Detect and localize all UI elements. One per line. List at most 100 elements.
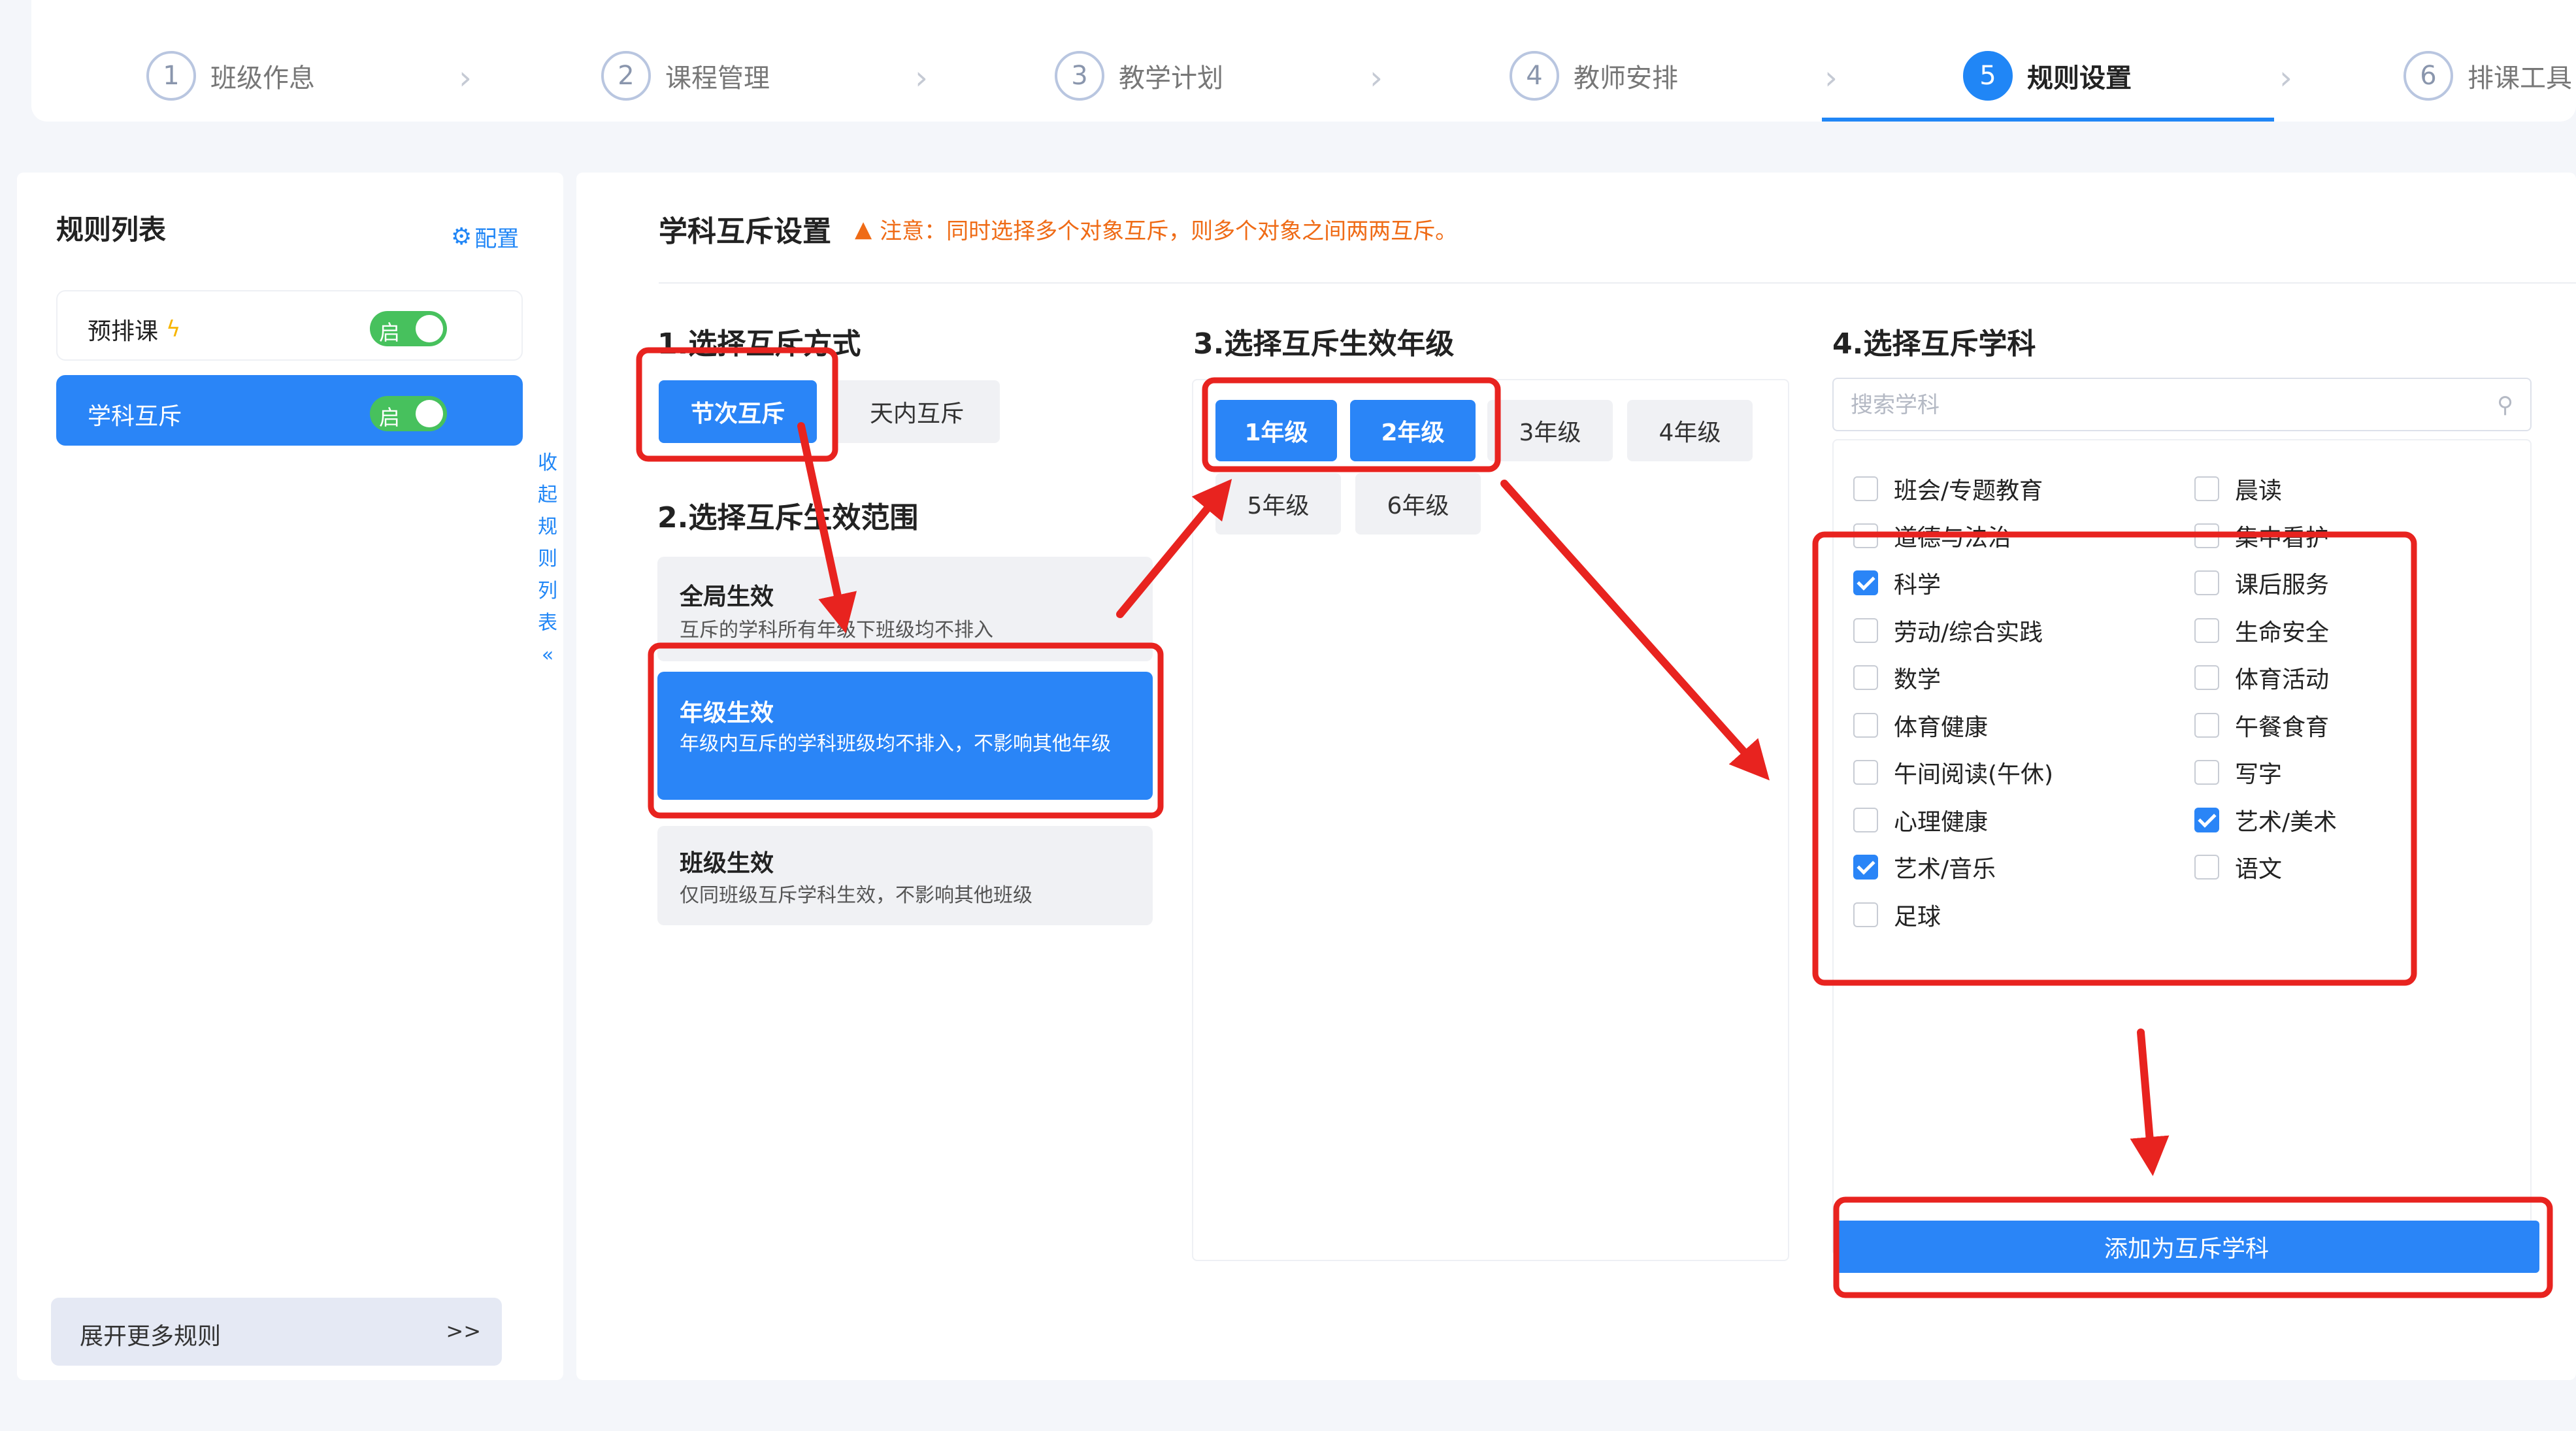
config-link[interactable]: ⚙ 配置 xyxy=(451,221,519,253)
checkbox[interactable] xyxy=(2194,808,2219,832)
mode-period-exclusion[interactable]: 节次互斥 xyxy=(659,380,817,443)
step-6[interactable]: 6 排课工具 xyxy=(2403,51,2572,101)
scope-desc: 互斥的学科所有年级下班级均不排入 xyxy=(680,619,993,642)
subject-item[interactable]: 数学 xyxy=(1853,661,1941,695)
step-label: 规则设置 xyxy=(2027,63,2132,93)
checkbox[interactable] xyxy=(1853,665,1878,690)
rule-toggle[interactable]: 启 xyxy=(370,396,447,431)
checkbox[interactable] xyxy=(2194,760,2219,785)
toggle-knob xyxy=(416,315,443,342)
checkbox[interactable] xyxy=(2194,713,2219,738)
collapse-char: 起 xyxy=(538,484,557,506)
rule-list-title: 规则列表 xyxy=(56,214,167,246)
scope-class[interactable]: 班级生效 仅同班级互斥学科生效，不影响其他班级 xyxy=(657,826,1153,925)
rule-item-subject-exclusion[interactable]: 学科互斥 启 xyxy=(56,375,523,446)
double-chevron-left-icon: « xyxy=(541,644,554,666)
grade-6[interactable]: 6年级 xyxy=(1355,473,1481,535)
subject-label: 体育活动 xyxy=(2235,666,2330,693)
step4-title: 4.选择互斥学科 xyxy=(1832,327,2036,361)
step-5[interactable]: 5 规则设置 xyxy=(1963,51,2132,101)
subject-label: 午餐食育 xyxy=(2235,714,2330,741)
subject-item[interactable]: 写字 xyxy=(2194,755,2282,789)
subject-item[interactable]: 心理健康 xyxy=(1853,803,1988,837)
lightning-icon: ϟ xyxy=(166,316,181,342)
checkbox[interactable] xyxy=(1853,523,1878,548)
subject-label: 午间阅读(午休) xyxy=(1894,761,2054,788)
subject-item[interactable]: 足球 xyxy=(1853,898,1941,932)
subject-label: 科学 xyxy=(1894,572,1941,599)
step-number: 2 xyxy=(601,51,651,101)
checkbox[interactable] xyxy=(2194,855,2219,880)
notice-text: 注意：同时选择多个对象互斥，则多个对象之间两两互斥。 xyxy=(880,218,1458,244)
subject-item[interactable]: 科学 xyxy=(1853,566,1941,600)
checkbox[interactable] xyxy=(1853,618,1878,643)
warning-icon: ▲ xyxy=(855,216,872,242)
checkbox[interactable] xyxy=(1853,713,1878,738)
subject-search-input[interactable] xyxy=(1851,389,2439,421)
grade-4[interactable]: 4年级 xyxy=(1627,400,1753,461)
collapse-rule-list-button[interactable]: 收 起 规 则 列 表 « xyxy=(533,447,562,671)
subject-label: 体育健康 xyxy=(1894,714,1989,741)
subject-label: 道德与法治 xyxy=(1894,525,2012,551)
step-number: 1 xyxy=(146,51,196,101)
step1-title: 1.选择互斥方式 xyxy=(657,327,861,361)
add-exclusive-subject-button[interactable]: 添加为互斥学科 xyxy=(1834,1221,2539,1273)
grade-3[interactable]: 3年级 xyxy=(1487,400,1613,461)
step-4[interactable]: 4 教师安排 xyxy=(1510,51,1678,101)
step-label: 班级作息 xyxy=(210,63,315,93)
collapse-char: 收 xyxy=(538,452,557,474)
step-number: 4 xyxy=(1510,51,1559,101)
checkbox[interactable] xyxy=(1853,570,1878,595)
step-number: 3 xyxy=(1055,51,1104,101)
subject-item[interactable]: 体育活动 xyxy=(2194,661,2329,695)
subject-item[interactable]: 午餐食育 xyxy=(2194,708,2329,742)
scope-desc: 仅同班级互斥学科生效，不影响其他班级 xyxy=(680,884,1032,907)
checkbox[interactable] xyxy=(1853,902,1878,927)
subject-item[interactable]: 艺术/美术 xyxy=(2194,803,2337,837)
checkbox[interactable] xyxy=(1853,808,1878,832)
collapse-char: 则 xyxy=(538,548,557,570)
scope-global[interactable]: 全局生效 互斥的学科所有年级下班级均不排入 xyxy=(657,557,1153,661)
checkbox[interactable] xyxy=(2194,523,2219,548)
grade-2[interactable]: 2年级 xyxy=(1350,400,1476,461)
subject-label: 课后服务 xyxy=(2235,572,2330,599)
grade-1[interactable]: 1年级 xyxy=(1215,400,1337,461)
checkbox[interactable] xyxy=(1853,855,1878,880)
step-3[interactable]: 3 教学计划 xyxy=(1055,51,1223,101)
checkbox[interactable] xyxy=(2194,618,2219,643)
checkbox[interactable] xyxy=(2194,476,2219,501)
subject-item[interactable]: 班会/专题教育 xyxy=(1853,472,2043,506)
step3-title: 3.选择互斥生效年级 xyxy=(1193,327,1455,361)
step-2[interactable]: 2 课程管理 xyxy=(601,51,770,101)
checkbox[interactable] xyxy=(2194,665,2219,690)
subject-item[interactable]: 体育健康 xyxy=(1853,708,1988,742)
rule-item-label: 预排课 xyxy=(88,318,159,345)
subject-item[interactable]: 午间阅读(午休) xyxy=(1853,755,2053,789)
subject-item[interactable]: 晨读 xyxy=(2194,472,2282,506)
step-1[interactable]: 1 班级作息 xyxy=(146,51,315,101)
subject-item[interactable]: 语文 xyxy=(2194,850,2282,884)
subject-item[interactable]: 生命安全 xyxy=(2194,614,2329,648)
expand-more-rules-button[interactable]: 展开更多规则 >> xyxy=(51,1298,502,1366)
divider xyxy=(659,282,2576,284)
subject-item[interactable]: 劳动/综合实践 xyxy=(1853,614,2043,648)
checkbox[interactable] xyxy=(1853,476,1878,501)
mode-day-exclusion[interactable]: 天内互斥 xyxy=(834,380,1000,443)
checkbox[interactable] xyxy=(1853,760,1878,785)
grade-5[interactable]: 5年级 xyxy=(1215,473,1341,535)
subject-item[interactable]: 道德与法治 xyxy=(1853,519,2011,553)
scope-grade[interactable]: 年级生效 年级内互斥的学科班级均不排入，不影响其他年级 xyxy=(657,672,1153,800)
search-icon: ⚲ xyxy=(2497,392,2513,418)
subject-item[interactable]: 艺术/音乐 xyxy=(1853,850,1996,884)
subject-label: 艺术/音乐 xyxy=(1894,856,1996,883)
scope-title: 年级生效 xyxy=(680,700,774,727)
subject-list: 班会/专题教育 道德与法治 科学 劳动/综合实践 数学 体育健康 午间阅读(午休… xyxy=(1832,439,2532,1256)
scope-desc: 年级内互斥的学科班级均不排入，不影响其他年级 xyxy=(680,732,1111,755)
rule-item-pre-schedule[interactable]: 预排课 ϟ 启 xyxy=(56,290,523,361)
collapse-char: 列 xyxy=(538,580,557,602)
toggle-label: 启 xyxy=(379,405,401,430)
rule-toggle[interactable]: 启 xyxy=(370,311,447,346)
subject-item[interactable]: 集中看护 xyxy=(2194,519,2329,553)
checkbox[interactable] xyxy=(2194,570,2219,595)
subject-item[interactable]: 课后服务 xyxy=(2194,566,2329,600)
